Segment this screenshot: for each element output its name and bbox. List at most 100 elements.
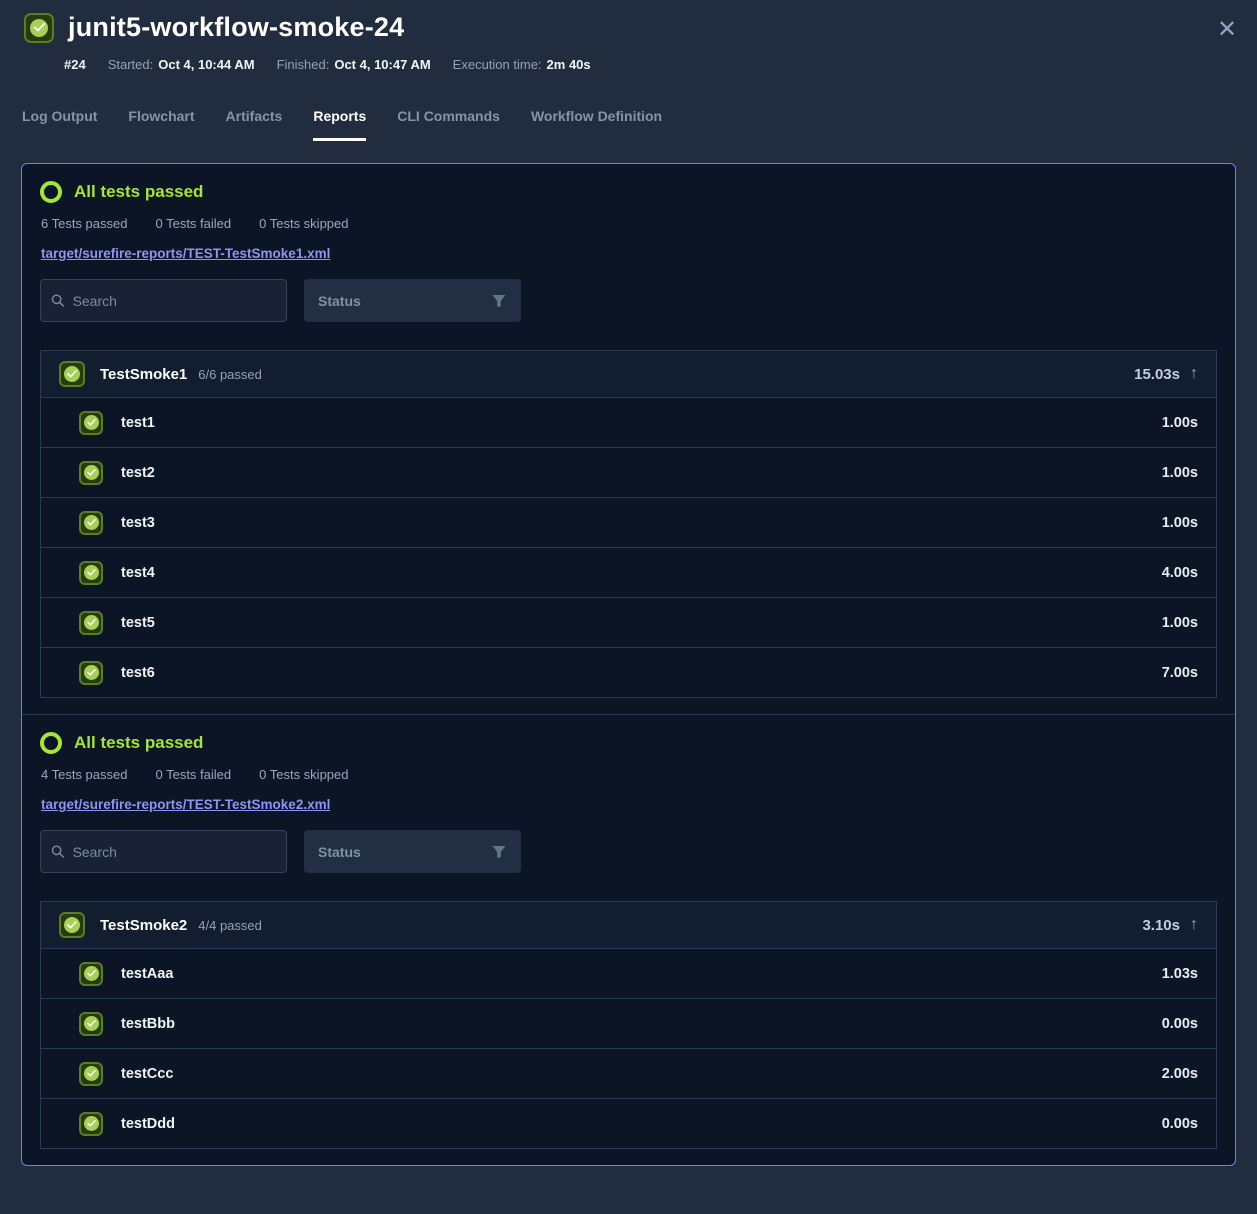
test-duration: 0.00s: [1162, 1016, 1198, 1032]
finished-label: Finished:: [277, 57, 330, 72]
section-status-header: All tests passed: [40, 181, 1217, 203]
tab-workflow-definition[interactable]: Workflow Definition: [531, 108, 662, 141]
started-label: Started:: [108, 57, 154, 72]
test-suite-table: TestSmoke1 6/6 passed 15.03s ↑ test1 1.0…: [40, 350, 1217, 698]
test-check-icon: [79, 962, 103, 986]
tests-skipped-count: 0 Tests skipped: [259, 767, 348, 782]
tests-passed-count: 6 Tests passed: [41, 216, 127, 231]
suite-duration: 15.03s: [1134, 366, 1180, 383]
run-number: #24: [64, 57, 86, 72]
test-name: test4: [121, 565, 155, 581]
close-icon[interactable]: ✕: [1213, 16, 1241, 44]
search-input[interactable]: [73, 293, 276, 309]
test-duration: 7.00s: [1162, 665, 1198, 681]
started-value: Oct 4, 10:44 AM: [158, 57, 254, 72]
passed-ring-icon: [40, 732, 62, 754]
test-row: testCcc 2.00s: [41, 1048, 1216, 1098]
suite-name: TestSmoke1: [100, 366, 187, 383]
execution-time-value: 2m 40s: [547, 57, 591, 72]
test-name: test1: [121, 415, 155, 431]
section-status-header: All tests passed: [40, 732, 1217, 754]
passed-ring-icon: [40, 181, 62, 203]
workflow-header: junit5-workflow-smoke-24: [0, 0, 1257, 43]
test-check-icon: [79, 461, 103, 485]
tab-reports[interactable]: Reports: [313, 108, 366, 141]
search-input[interactable]: [73, 844, 276, 860]
test-name: test2: [121, 465, 155, 481]
test-duration: 4.00s: [1162, 565, 1198, 581]
test-counts: 6 Tests passed 0 Tests failed 0 Tests sk…: [41, 216, 1217, 231]
funnel-icon: [491, 844, 507, 860]
test-check-icon: [79, 411, 103, 435]
tab-artifacts[interactable]: Artifacts: [226, 108, 283, 141]
suite-summary: 4/4 passed: [198, 918, 262, 933]
status-filter-label: Status: [318, 844, 361, 860]
test-duration: 1.00s: [1162, 415, 1198, 431]
test-duration: 0.00s: [1162, 1116, 1198, 1132]
tests-passed-count: 4 Tests passed: [41, 767, 127, 782]
report-section-testsmoke1: All tests passed 6 Tests passed 0 Tests …: [22, 164, 1235, 714]
execution-time-pair: Execution time: 2m 40s: [453, 57, 591, 72]
status-filter-dropdown[interactable]: Status: [304, 830, 521, 873]
page-title: junit5-workflow-smoke-24: [68, 12, 404, 43]
tab-log-output[interactable]: Log Output: [22, 108, 97, 141]
test-row: test3 1.00s: [41, 497, 1216, 547]
filters-row: Status: [40, 830, 1217, 873]
report-xml-link[interactable]: target/surefire-reports/TEST-TestSmoke1.…: [41, 246, 330, 261]
test-row: testAaa 1.03s: [41, 948, 1216, 998]
funnel-icon: [491, 293, 507, 309]
test-check-icon: [79, 511, 103, 535]
search-field[interactable]: [40, 830, 287, 873]
filters-row: Status: [40, 279, 1217, 322]
suite-check-icon: [59, 912, 85, 938]
execution-time-label: Execution time:: [453, 57, 542, 72]
status-filter-dropdown[interactable]: Status: [304, 279, 521, 322]
tab-flowchart[interactable]: Flowchart: [128, 108, 194, 141]
test-duration: 2.00s: [1162, 1066, 1198, 1082]
test-row: test4 4.00s: [41, 547, 1216, 597]
suite-header-row[interactable]: TestSmoke1 6/6 passed 15.03s ↑: [41, 351, 1216, 397]
tests-skipped-count: 0 Tests skipped: [259, 216, 348, 231]
started-pair: Started: Oct 4, 10:44 AM: [108, 57, 255, 72]
search-icon: [51, 844, 65, 859]
suite-check-icon: [59, 361, 85, 387]
test-name: testDdd: [121, 1116, 175, 1132]
report-section-testsmoke2: All tests passed 4 Tests passed 0 Tests …: [22, 714, 1235, 1165]
test-name: test6: [121, 665, 155, 681]
test-row: test1 1.00s: [41, 397, 1216, 447]
test-check-icon: [79, 661, 103, 685]
test-check-icon: [79, 1062, 103, 1086]
reports-card: All tests passed 6 Tests passed 0 Tests …: [21, 163, 1236, 1166]
test-check-icon: [79, 1012, 103, 1036]
test-row: testBbb 0.00s: [41, 998, 1216, 1048]
suite-name: TestSmoke2: [100, 917, 187, 934]
status-filter-label: Status: [318, 293, 361, 309]
test-name: test3: [121, 515, 155, 531]
report-xml-link[interactable]: target/surefire-reports/TEST-TestSmoke2.…: [41, 797, 330, 812]
test-duration: 1.03s: [1162, 966, 1198, 982]
test-row: test2 1.00s: [41, 447, 1216, 497]
tab-cli-commands[interactable]: CLI Commands: [397, 108, 500, 141]
collapse-arrow-up-icon[interactable]: ↑: [1190, 916, 1198, 934]
run-meta: #24 Started: Oct 4, 10:44 AM Finished: O…: [64, 57, 1257, 72]
test-suite-table: TestSmoke2 4/4 passed 3.10s ↑ testAaa 1.…: [40, 901, 1217, 1149]
section-status-text: All tests passed: [74, 733, 203, 753]
search-icon: [51, 293, 65, 308]
collapse-arrow-up-icon[interactable]: ↑: [1190, 365, 1198, 383]
tests-failed-count: 0 Tests failed: [155, 216, 231, 231]
test-row: testDdd 0.00s: [41, 1098, 1216, 1148]
tab-bar: Log Output Flowchart Artifacts Reports C…: [22, 108, 1257, 141]
test-name: testBbb: [121, 1016, 175, 1032]
tests-failed-count: 0 Tests failed: [155, 767, 231, 782]
suite-header-row[interactable]: TestSmoke2 4/4 passed 3.10s ↑: [41, 902, 1216, 948]
test-duration: 1.00s: [1162, 515, 1198, 531]
test-name: testCcc: [121, 1066, 173, 1082]
test-counts: 4 Tests passed 0 Tests failed 0 Tests sk…: [41, 767, 1217, 782]
test-name: test5: [121, 615, 155, 631]
search-field[interactable]: [40, 279, 287, 322]
finished-pair: Finished: Oct 4, 10:47 AM: [277, 57, 431, 72]
test-check-icon: [79, 561, 103, 585]
section-status-text: All tests passed: [74, 182, 203, 202]
test-check-icon: [79, 1112, 103, 1136]
workflow-status-check-icon: [24, 13, 54, 43]
